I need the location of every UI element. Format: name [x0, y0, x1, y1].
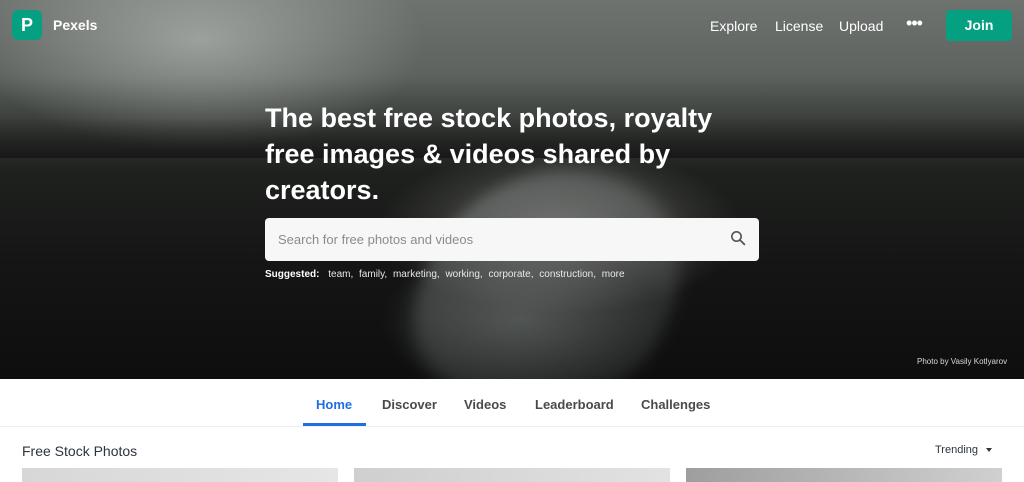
suggestion-separator: , — [530, 269, 534, 280]
suggestion-link[interactable]: team — [328, 269, 350, 280]
tab-home[interactable]: Home — [316, 397, 352, 412]
top-nav: P Pexels Explore License Upload ••• Join — [0, 0, 1024, 52]
ellipsis-icon[interactable]: ••• — [904, 14, 924, 34]
suggestion-separator: , — [479, 269, 483, 280]
tab-leaderboard[interactable]: Leaderboard — [535, 397, 614, 412]
sort-dropdown[interactable]: Trending — [935, 444, 978, 456]
suggestion-link[interactable]: construction — [539, 269, 593, 280]
tab-bar: Home Discover Videos Leaderboard Challen… — [0, 379, 1024, 427]
join-button[interactable]: Join — [946, 10, 1012, 41]
nav-license-link[interactable]: License — [775, 18, 823, 34]
photo-credit[interactable]: Photo by Vasily Kotlyarov — [917, 357, 1007, 366]
suggestion-link[interactable]: working — [445, 269, 479, 280]
suggested-label: Suggested: — [265, 269, 320, 280]
hero-headline: The best free stock photos, royalty free… — [265, 103, 713, 205]
suggestion-separator: , — [436, 269, 440, 280]
suggestion-link[interactable]: marketing — [393, 269, 437, 280]
suggestion-separator: , — [593, 269, 596, 280]
tab-challenges[interactable]: Challenges — [641, 397, 710, 412]
search-bar — [265, 218, 759, 261]
suggested-searches: Suggested: team, family, marketing, work… — [265, 269, 625, 280]
suggestion-separator: , — [384, 269, 388, 280]
brand-name[interactable]: Pexels — [53, 17, 97, 33]
tab-videos[interactable]: Videos — [464, 397, 506, 412]
chevron-down-icon[interactable] — [986, 448, 992, 452]
photo-thumbnail[interactable] — [354, 468, 670, 482]
nav-upload-link[interactable]: Upload — [839, 18, 883, 34]
search-icon[interactable] — [729, 229, 747, 247]
photo-thumbnail[interactable] — [22, 468, 338, 482]
section-title: Free Stock Photos — [22, 443, 138, 459]
suggestion-more-link[interactable]: more — [602, 269, 625, 280]
tab-discover[interactable]: Discover — [382, 397, 437, 412]
suggestion-separator: , — [350, 269, 354, 280]
search-input[interactable] — [265, 218, 705, 261]
logo-glyph: P — [20, 15, 33, 35]
suggestion-link[interactable]: family — [359, 269, 384, 280]
nav-explore-link[interactable]: Explore — [710, 18, 757, 34]
pexels-logo-icon[interactable]: P — [12, 10, 42, 40]
active-tab-indicator — [303, 423, 366, 426]
suggestion-link[interactable]: corporate — [488, 269, 530, 280]
photo-thumbnail[interactable] — [686, 468, 1002, 482]
